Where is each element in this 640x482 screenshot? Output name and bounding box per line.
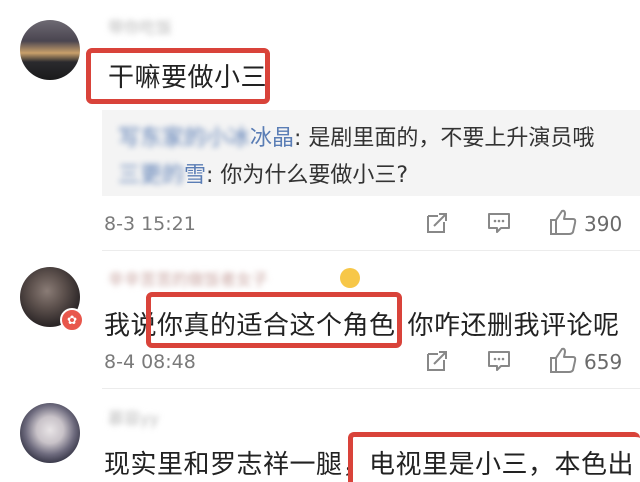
reply-username-tail[interactable]: 雪 <box>184 163 206 188</box>
share-icon[interactable] <box>424 210 450 236</box>
username[interactable]: 带你吃饭 <box>108 14 172 38</box>
reply-username[interactable]: 写东家的小冰 <box>118 126 250 151</box>
highlight-box <box>146 292 402 348</box>
reply-item[interactable]: 写东家的小冰冰晶: 是剧里面的，不要上升演员哦 <box>118 120 594 152</box>
reply-username[interactable]: 三更的 <box>118 163 184 188</box>
divider <box>102 388 640 389</box>
like-count: 390 <box>584 212 623 236</box>
comment-date: 8-3 15:21 <box>104 213 196 235</box>
reply-list[interactable]: 写东家的小冰冰晶: 是剧里面的，不要上升演员哦 三更的雪: 你为什么要做小三? <box>102 110 640 196</box>
reply-text: : 是剧里面的，不要上升演员哦 <box>294 126 595 151</box>
avatar[interactable] <box>20 403 80 463</box>
text-before: 现实里和罗志祥一腿， <box>104 450 370 480</box>
highlight-box <box>348 432 640 482</box>
comment-icon[interactable] <box>486 348 512 374</box>
comment-date: 8-4 08:48 <box>104 351 196 373</box>
emoji-icon <box>340 268 360 288</box>
verified-badge-icon: ✿ <box>60 308 84 332</box>
text-after: 你咋还删我评论呢 <box>407 311 620 341</box>
like-icon[interactable] <box>548 346 578 374</box>
username[interactable]: 慕容yy <box>108 405 159 429</box>
comment-icon[interactable] <box>486 210 512 236</box>
divider <box>102 250 640 251</box>
reply-item[interactable]: 三更的雪: 你为什么要做小三? <box>118 157 408 189</box>
highlight-box <box>86 48 270 104</box>
like-icon[interactable] <box>548 208 578 236</box>
like-count: 659 <box>584 350 623 374</box>
share-icon[interactable] <box>424 348 450 374</box>
reply-username-tail[interactable]: 冰晶 <box>250 126 294 151</box>
avatar[interactable] <box>20 20 80 80</box>
username[interactable]: 辛辛苦苦的做饭者女子 <box>108 266 268 290</box>
reply-text: : 你为什么要做小三? <box>206 163 409 188</box>
